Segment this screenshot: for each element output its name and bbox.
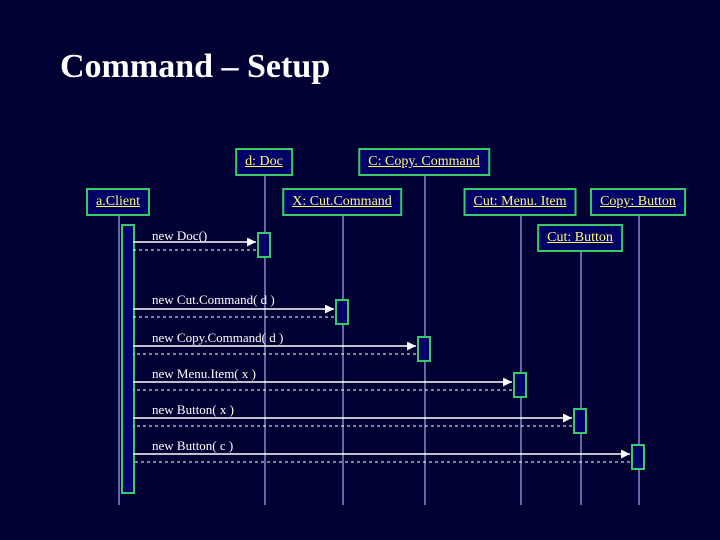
- msg-new-copybutton: new Button( c ): [152, 438, 233, 454]
- activation-aclient: [121, 224, 135, 494]
- activation-create-copybtn: [631, 444, 645, 470]
- msg-new-doc: new Doc(): [152, 228, 207, 244]
- activation-create-cutmenu: [513, 372, 527, 398]
- participant-aclient: a.Client: [86, 188, 150, 216]
- msg-new-cutcmd: new Cut.Command( d ): [152, 292, 275, 308]
- lifeline-c: [424, 170, 426, 505]
- activation-create-d: [257, 232, 271, 258]
- activation-create-x: [335, 299, 349, 325]
- participant-cutbtn: Cut: Button: [537, 224, 623, 252]
- participant-x: X: Cut.Command: [282, 188, 402, 216]
- participant-copybtn: Copy: Button: [590, 188, 686, 216]
- participant-c: C: Copy. Command: [358, 148, 490, 176]
- arrow-new-doc: [133, 238, 264, 254]
- participant-cutmenu: Cut: Menu. Item: [464, 188, 577, 216]
- activation-create-cutbtn: [573, 408, 587, 434]
- msg-new-cutbutton: new Button( x ): [152, 402, 234, 418]
- activation-create-c: [417, 336, 431, 362]
- lifeline-x: [342, 210, 344, 505]
- msg-new-menuitem: new Menu.Item( x ): [152, 366, 256, 382]
- lifeline-aclient: [118, 210, 120, 505]
- arrow-new-menuitem: [133, 378, 520, 394]
- page-title: Command – Setup: [60, 48, 330, 86]
- lifeline-copybtn: [638, 210, 640, 505]
- arrow-new-copybutton: [133, 450, 638, 466]
- arrow-new-cutcmd: [133, 305, 342, 321]
- msg-new-copycmd: new Copy.Command( d ): [152, 330, 283, 346]
- lifeline-cutbtn: [580, 246, 582, 505]
- lifeline-d: [264, 170, 266, 505]
- arrow-new-cutbutton: [133, 414, 580, 430]
- lifeline-cutmenu: [520, 210, 522, 505]
- participant-d: d: Doc: [235, 148, 293, 176]
- arrow-new-copycmd: [133, 342, 424, 358]
